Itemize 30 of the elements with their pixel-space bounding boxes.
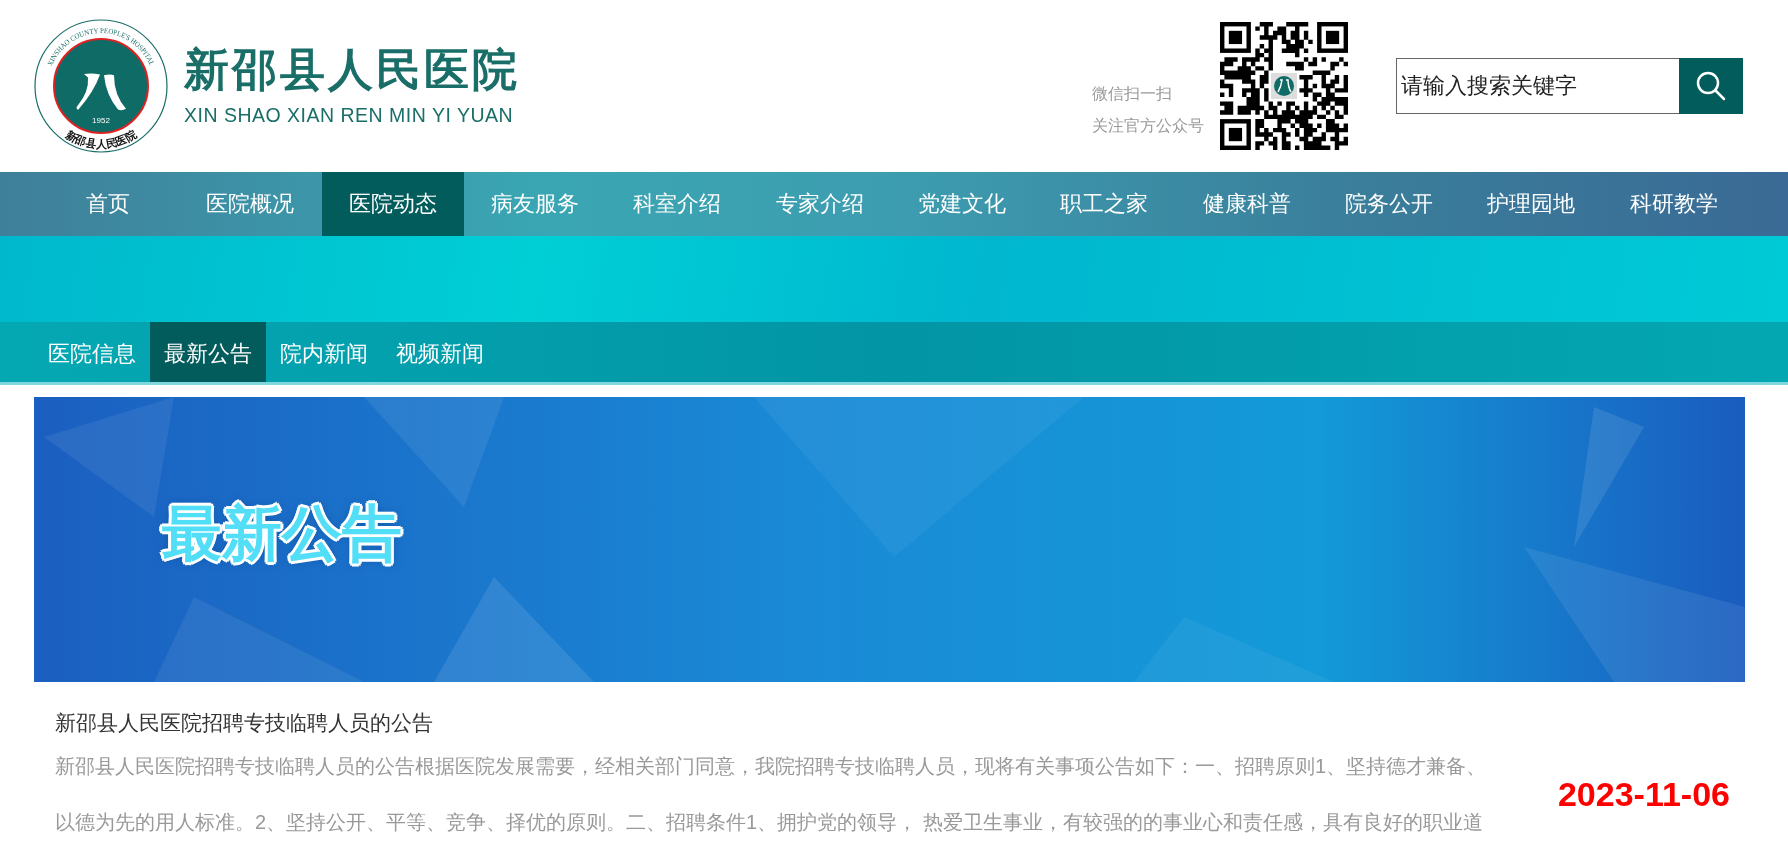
article-summary: 新邵县人民医院招聘专技临聘人员的公告根据医院发展需要，经相关部门同意，我院招聘专技临聘人员，现将有关事项公告如下：一、招聘原则1、坚持德才兼备、以德为先的用人标准。2、坚持公开、平等、竞争、择优的原则。二、招聘条件1、拥护党的领导， 热爱卫生事业，有较强的的事业心和责任感，具有良好的职业道	[55, 754, 1488, 835]
site-subtitle: XIN SHAO XIAN REN MIN YI YUAN	[184, 105, 515, 126]
logo-ring-text: 新邵县人民医院	[63, 128, 139, 151]
banner-title: 最新公告	[162, 501, 402, 567]
nav-link-item[interactable]: 首页	[37, 172, 180, 236]
search-button[interactable]	[1679, 58, 1743, 114]
nav-link-item[interactable]: 职工之家	[1033, 172, 1176, 236]
nav-link-item[interactable]: 专家介绍	[748, 172, 891, 236]
article-date: 2023-11-06	[1557, 773, 1730, 815]
logo-glyph-icon	[76, 73, 126, 111]
qr-caption: 微信扫一扫	[1092, 84, 1173, 104]
search-icon	[1695, 70, 1727, 102]
nav-link-item[interactable]: 医院动态	[321, 172, 464, 236]
nav-link-item[interactable]: 健康科普	[1175, 172, 1318, 236]
nav-link-item[interactable]: 护理园地	[1460, 172, 1603, 236]
site-title: 新邵县人民医院	[184, 46, 520, 92]
subnav-tab[interactable]: 视频新闻	[382, 322, 498, 382]
logo-year: 1952	[92, 116, 110, 125]
subnav-tab[interactable]: 院内新闻	[266, 322, 382, 382]
search-field[interactable]: 请输入搜索关键字	[1396, 58, 1680, 114]
nav-link-item[interactable]: 科室介绍	[606, 172, 749, 236]
article-title[interactable]: 新邵县人民医院招聘专技临聘人员的公告	[55, 708, 1730, 738]
nav-link-item[interactable]: 病友服务	[464, 172, 607, 236]
nav-link-item[interactable]: 党建文化	[890, 172, 1034, 236]
nav-link-item[interactable]: 院务公开	[1317, 172, 1461, 236]
nav-link-item[interactable]: 医院概况	[179, 172, 322, 236]
qr-caption: 关注官方公众号	[1092, 116, 1204, 136]
nav-link-item[interactable]: 科研教学	[1602, 172, 1745, 236]
subnav-tab[interactable]: 医院信息	[34, 322, 150, 382]
subnav-tab[interactable]: 最新公告	[150, 322, 266, 382]
